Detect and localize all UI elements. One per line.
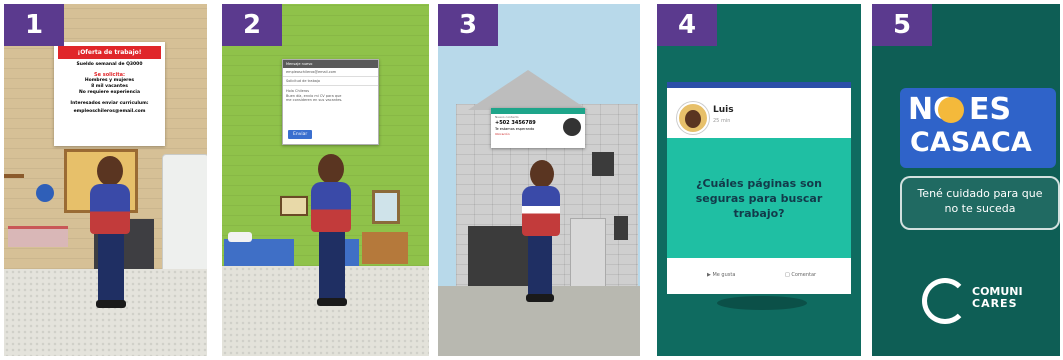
author-avatar xyxy=(677,102,709,134)
comunicares-logo-icon xyxy=(922,278,968,324)
comment-icon: □ xyxy=(785,272,790,278)
comment-label: Comentar xyxy=(791,272,817,278)
person-jacket xyxy=(90,184,130,234)
person-jeans xyxy=(319,232,345,300)
table-cloth xyxy=(8,226,68,247)
contact-card: Nuevo contacto +502 3456789 Te estamos e… xyxy=(491,108,585,148)
job-offer-poster: ¡Oferta de trabajo! Sueldo semanal de Q3… xyxy=(54,42,165,146)
garage-door xyxy=(570,218,606,288)
poster-salary: Sueldo semanal de Q3000 xyxy=(76,62,143,67)
wall-shelf xyxy=(4,174,24,178)
post-author: Luis xyxy=(713,105,734,115)
email-compose-window: Mensaje nuevo empleoschileros@email.com … xyxy=(282,59,379,145)
fridge xyxy=(162,154,207,276)
thumbs-up-icon: ▶ xyxy=(707,272,711,278)
nightstand xyxy=(362,232,408,264)
panel-number-badge: 5 xyxy=(872,4,932,46)
person-jacket xyxy=(522,186,560,236)
person-shoes xyxy=(317,298,347,306)
poster-req-3: No requiere experiencia xyxy=(78,90,141,95)
building-roof xyxy=(468,70,588,110)
poster-interested: Interesados enviar curriculum: xyxy=(70,101,149,106)
like-button[interactable]: ▶ Me gusta xyxy=(707,272,735,278)
building-window xyxy=(592,152,614,176)
panel-2-bedroom: 2 Mensaje nuevo empleoschileros@email.co… xyxy=(222,4,429,356)
panel-number-badge: 1 xyxy=(4,4,64,46)
email-subject-field[interactable]: Solicitud de trabajo xyxy=(283,77,378,86)
sad-face-icon xyxy=(938,97,964,123)
panel-4-social-post: 4 Luis 25 min ¿Cuáles páginas son segura… xyxy=(657,4,861,356)
like-label: Me gusta xyxy=(712,272,736,278)
email-to-field[interactable]: empleoschileros@email.com xyxy=(283,68,378,77)
contact-avatar xyxy=(563,118,581,136)
tagline-bubble: Tené cuidado para que no te suceda xyxy=(900,176,1060,230)
panel-number-badge: 3 xyxy=(438,4,498,46)
panel-number-badge: 4 xyxy=(657,4,717,46)
building-door xyxy=(468,226,528,286)
social-post-card: Luis 25 min ¿Cuáles páginas son seguras … xyxy=(667,82,851,294)
building-window-2 xyxy=(614,216,628,240)
panel-1-kitchen: 1 ¡Oferta de trabajo! Sueldo semanal de … xyxy=(4,4,207,356)
tagline-text: Tené cuidado para que no te suceda xyxy=(917,187,1043,215)
brand-line-2: CARES xyxy=(972,297,1018,310)
email-title: Mensaje nuevo xyxy=(283,60,378,68)
wall-picture xyxy=(280,196,308,216)
person-jacket xyxy=(311,182,351,232)
person-jeans xyxy=(528,236,552,296)
slogan-bubble: NO ES CASACA xyxy=(900,88,1056,168)
poster-header: ¡Oferta de trabajo! xyxy=(58,46,161,59)
post-question: ¿Cuáles páginas son seguras para buscar … xyxy=(695,176,823,220)
pillow xyxy=(228,232,252,242)
email-body-line-2: Buen día, envío mi CV para que me consid… xyxy=(286,94,343,102)
email-body-line-1: Hola Chileros xyxy=(286,89,310,93)
card-shadow xyxy=(717,296,807,310)
person-head xyxy=(530,160,554,188)
poster-email: empleoschileros@email.com xyxy=(73,109,146,114)
avatar-face xyxy=(685,110,701,128)
comment-button[interactable]: □ Comentar xyxy=(785,272,816,278)
panel-3-building: 3 Nuevo contacto +502 3456789 Te estamos… xyxy=(438,4,640,356)
post-content: ¿Cuáles páginas son seguras para buscar … xyxy=(667,138,851,258)
slogan-line-2: CASACA xyxy=(910,127,1032,158)
post-time: 25 min xyxy=(713,118,731,124)
person-shoes xyxy=(526,294,554,302)
send-button[interactable]: Enviar xyxy=(288,130,313,139)
wall-mirror xyxy=(372,190,400,224)
panel-number-badge: 2 xyxy=(222,4,282,46)
panel-5-campaign: 5 NO ES CASACA Tené cuidado para que no … xyxy=(872,4,1060,356)
person-jeans xyxy=(98,234,124,302)
person-head xyxy=(318,154,344,184)
person-head xyxy=(97,156,123,186)
person-shoes xyxy=(96,300,126,308)
frying-pan xyxy=(36,184,54,202)
